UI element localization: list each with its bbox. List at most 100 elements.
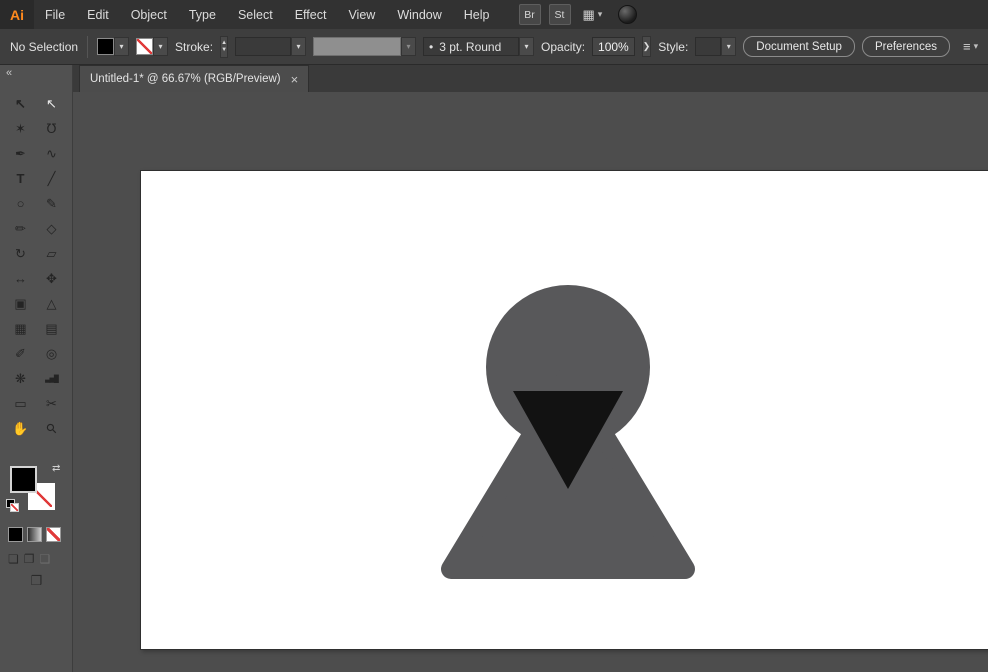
stepper-up-icon[interactable]: ▲ — [221, 40, 227, 47]
menu-item-select[interactable]: Select — [227, 0, 284, 29]
chevron-down-icon[interactable]: ▾ — [114, 37, 130, 56]
fill-stroke-indicator: ⇄ — [6, 463, 66, 522]
workspace-switcher-button[interactable]: ▦ ▾ — [579, 5, 607, 25]
opacity-label: Opacity: — [541, 39, 586, 54]
opacity-flyout-button[interactable]: ❯ — [641, 36, 652, 57]
control-bar: No Selection ▾ ▾ Stroke: ▲ ▼ ▾ ▾ • 3 pt.… — [0, 29, 988, 65]
chevron-down-icon[interactable]: ▾ — [153, 37, 169, 56]
stroke-weight-stepper[interactable]: ▲ ▼ — [220, 35, 229, 58]
width-profile-value — [313, 37, 402, 56]
selection-status: No Selection — [10, 39, 79, 54]
brush-definition-value[interactable]: • 3 pt. Round — [423, 37, 520, 56]
screen-mode-button[interactable]: ❒ — [0, 573, 73, 589]
chevron-down-icon[interactable]: ▾ — [721, 37, 737, 56]
style-label: Style: — [658, 39, 689, 54]
type-tool[interactable]: T — [5, 166, 36, 191]
document-tab[interactable]: Untitled-1* @ 66.67% (RGB/Preview) × — [79, 65, 310, 92]
gradient-tool[interactable]: ▤ — [36, 316, 67, 341]
style-value[interactable] — [695, 37, 722, 56]
menu-item-window[interactable]: Window — [386, 0, 452, 29]
document-tab-title: Untitled-1* @ 66.67% (RGB/Preview) — [90, 73, 281, 85]
menu-item-type[interactable]: Type — [178, 0, 227, 29]
pencil-tool[interactable]: ✏ — [5, 216, 36, 241]
menu-item-help[interactable]: Help — [453, 0, 501, 29]
stroke-weight-select[interactable]: ▾ — [235, 37, 307, 56]
fill-color-indicator[interactable] — [10, 466, 37, 493]
stroke-weight-value[interactable] — [235, 37, 292, 56]
close-icon[interactable]: × — [291, 73, 299, 86]
chevron-down-icon[interactable]: ▾ — [519, 37, 535, 56]
artboard[interactable] — [140, 170, 988, 650]
brush-definition-label: 3 pt. Round — [439, 39, 502, 54]
menu-item-object[interactable]: Object — [120, 0, 178, 29]
symbol-sprayer-tool[interactable]: ❋ — [5, 366, 36, 391]
menu-item-effect[interactable]: Effect — [284, 0, 338, 29]
stroke-color-control[interactable]: ▾ — [136, 37, 169, 56]
stroke-label: Stroke: — [175, 39, 214, 54]
rotate-tool[interactable]: ↻ — [5, 241, 36, 266]
stepper-down-icon[interactable]: ▼ — [221, 47, 227, 54]
menu-item-edit[interactable]: Edit — [76, 0, 120, 29]
shape-builder-tool[interactable]: ▣ — [5, 291, 36, 316]
cs-live-icon[interactable] — [618, 5, 638, 24]
width-profile-select: ▾ — [313, 37, 417, 56]
free-transform-tool[interactable]: ✥ — [36, 266, 67, 291]
none-button[interactable] — [46, 527, 61, 542]
workspace-icon: ▦ — [582, 6, 595, 22]
divider — [87, 35, 89, 58]
mesh-tool[interactable]: ▦ — [5, 316, 36, 341]
tools-panel: « ↖ ↖ ✶ ℧ ✒ ∿ T ╱ ○ ✎ ✏ ◇ ↻ ▱ ↔ ✥ ▣ △ ▦ ▤ ✐ ◎ ❋ ▃▅█ ▭ ✂ ✋ ⚲ ⇄ ❏ ❐ ❑… — [0, 65, 73, 672]
draw-inside-button[interactable]: ❑ — [40, 552, 51, 566]
gradient-button[interactable] — [27, 527, 42, 542]
line-segment-tool[interactable]: ╱ — [36, 166, 67, 191]
align-icon: ≡ — [962, 39, 971, 54]
hand-tool[interactable]: ✋ — [5, 416, 36, 441]
bridge-button[interactable]: Br — [518, 4, 541, 25]
chevron-down-icon[interactable]: ▾ — [291, 37, 307, 56]
scale-tool[interactable]: ▱ — [36, 241, 67, 266]
document-setup-button[interactable]: Document Setup — [743, 36, 855, 57]
menu-item-view[interactable]: View — [337, 0, 386, 29]
eyedropper-tool[interactable]: ✐ — [5, 341, 36, 366]
direct-selection-tool[interactable]: ↖ — [36, 91, 67, 116]
fill-color-control[interactable]: ▾ — [97, 37, 130, 56]
swap-fill-stroke-icon[interactable]: ⇄ — [52, 463, 60, 474]
stroke-color-swatch[interactable] — [136, 38, 154, 55]
opacity-input[interactable]: 100% — [592, 37, 635, 56]
chevron-down-icon: ▾ — [973, 41, 979, 51]
style-select[interactable]: ▾ — [695, 37, 737, 56]
default-fill-stroke-icon[interactable] — [6, 499, 19, 512]
fill-color-swatch[interactable] — [97, 38, 115, 55]
panel-collapse-button[interactable]: « — [6, 67, 12, 79]
width-tool[interactable]: ↔ — [5, 266, 36, 291]
magic-wand-tool[interactable]: ✶ — [5, 116, 36, 141]
paintbrush-tool[interactable]: ✎ — [36, 191, 67, 216]
ellipse-tool[interactable]: ○ — [5, 191, 36, 216]
draw-mode-row: ❏ ❐ ❑ — [8, 552, 50, 566]
draw-behind-button[interactable]: ❐ — [24, 552, 35, 566]
perspective-grid-tool[interactable]: △ — [36, 291, 67, 316]
menu-bar: Ai File Edit Object Type Select Effect V… — [0, 0, 988, 30]
lasso-tool[interactable]: ℧ — [36, 116, 67, 141]
menu-item-file[interactable]: File — [34, 0, 76, 29]
pen-tool[interactable]: ✒ — [5, 141, 36, 166]
draw-normal-button[interactable]: ❏ — [8, 552, 19, 566]
blend-tool[interactable]: ◎ — [36, 341, 67, 366]
column-graph-tool[interactable]: ▃▅█ — [36, 366, 67, 391]
chevron-down-icon: ▾ — [401, 37, 417, 56]
stock-button[interactable]: St — [548, 4, 571, 25]
align-panel-button[interactable]: ≡ ▾ — [963, 39, 978, 54]
curvature-tool[interactable]: ∿ — [36, 141, 67, 166]
default-stroke-square — [10, 503, 19, 512]
tools-grid: ↖ ↖ ✶ ℧ ✒ ∿ T ╱ ○ ✎ ✏ ◇ ↻ ▱ ↔ ✥ ▣ △ ▦ ▤ ✐ ◎ ❋ ▃▅█ ▭ ✂ ✋ ⚲ — [5, 91, 67, 441]
screen-mode-icon: ❒ — [30, 573, 43, 588]
eraser-tool[interactable]: ◇ — [36, 216, 67, 241]
brush-definition-select[interactable]: • 3 pt. Round ▾ — [423, 37, 535, 56]
canvas-pasteboard[interactable] — [73, 92, 988, 672]
selection-tool[interactable]: ↖ — [5, 91, 36, 116]
app-logo[interactable]: Ai — [0, 0, 34, 29]
preferences-button[interactable]: Preferences — [861, 36, 950, 57]
document-tab-bar: Untitled-1* @ 66.67% (RGB/Preview) × — [73, 65, 988, 93]
artboard-tool[interactable]: ▭ — [5, 391, 36, 416]
color-button[interactable] — [8, 527, 23, 542]
